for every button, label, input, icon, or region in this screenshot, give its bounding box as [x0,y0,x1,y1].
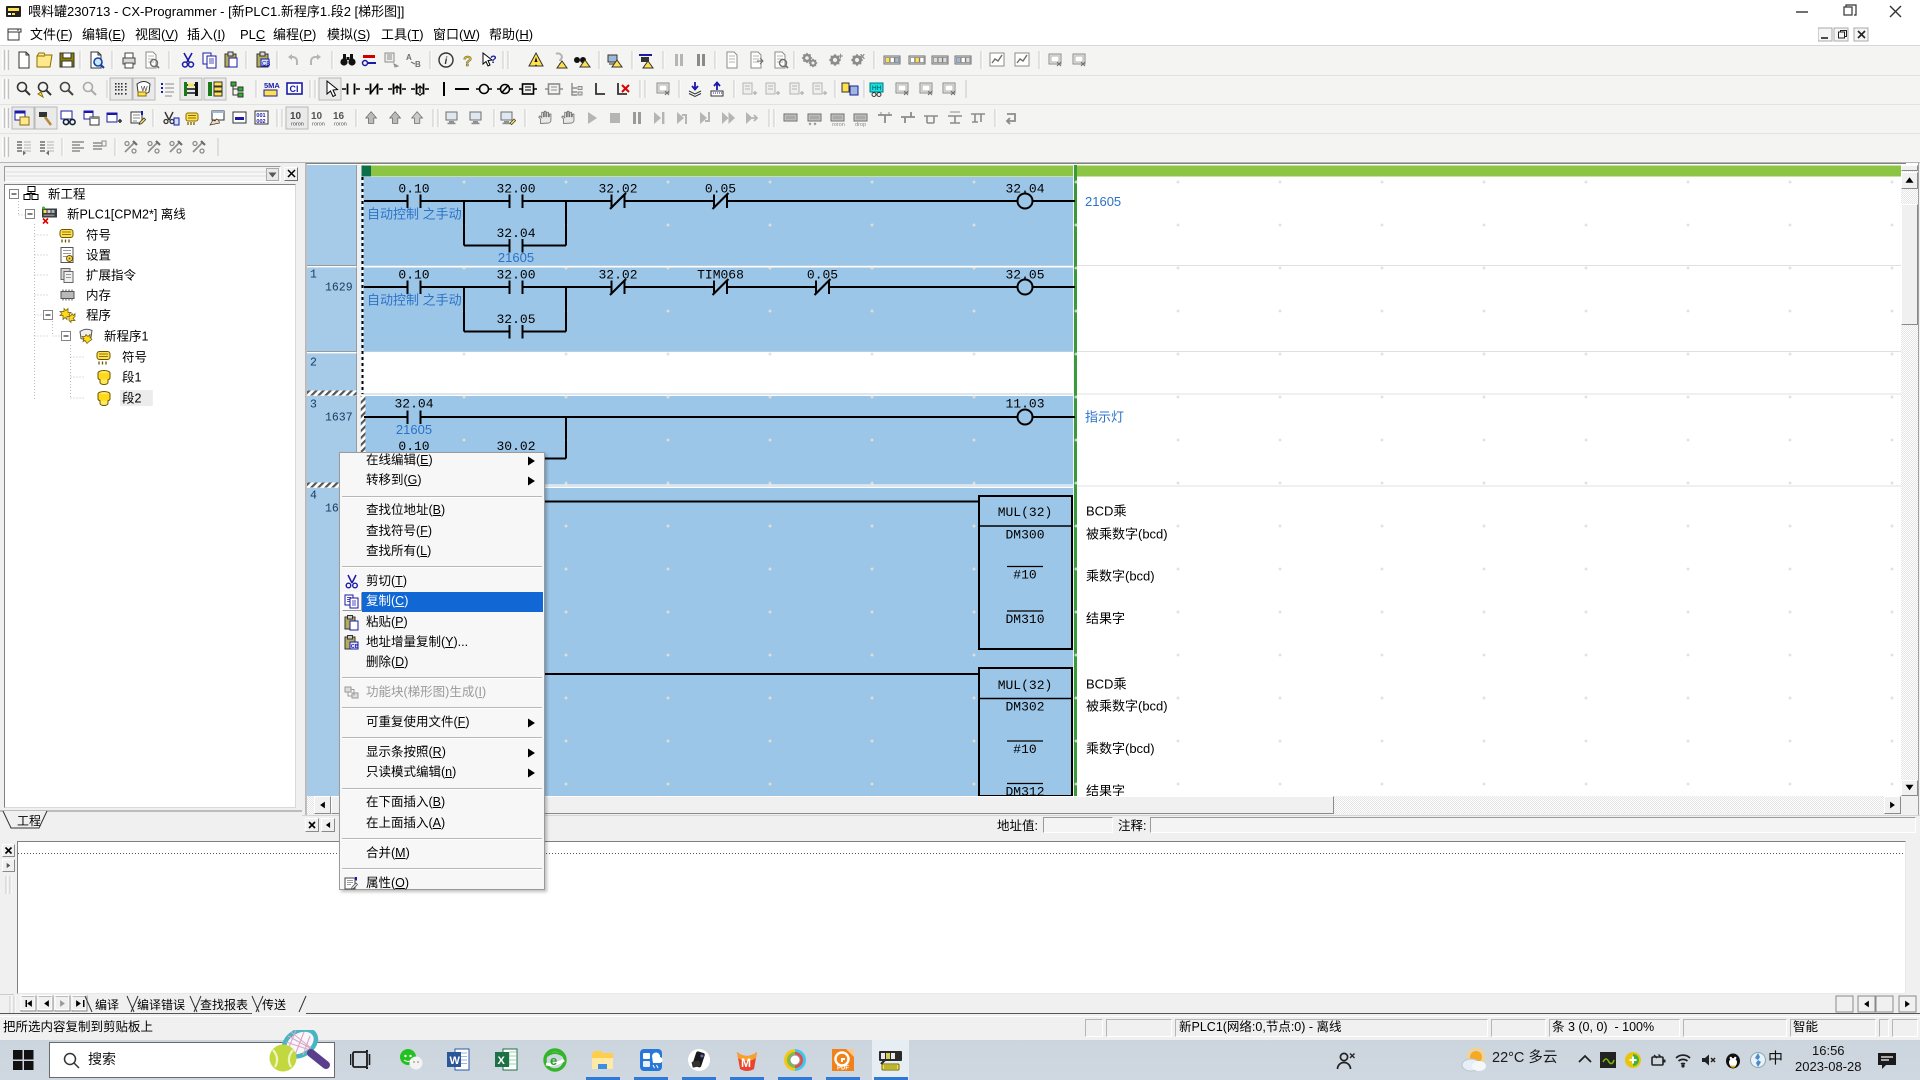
svg-text:自动控制 之手动: 自动控制 之手动 [367,293,462,308]
svg-text:1637: 1637 [325,412,353,425]
svg-text:扩展指令: 扩展指令 [86,268,137,283]
svg-text:e: e [550,1053,557,1068]
svg-text:1: 1 [310,269,317,282]
svg-text:+: + [838,51,843,61]
svg-text:?: ? [463,53,472,70]
svg-text:10: 10 [290,111,302,122]
svg-text:32.02: 32.02 [598,182,637,197]
svg-text:0.05: 0.05 [807,268,838,283]
svg-text:21605: 21605 [1085,194,1121,209]
svg-text:32.00: 32.00 [496,182,535,197]
svg-text:MUL(32): MUL(32) [998,678,1053,693]
svg-text:32.00: 32.00 [496,268,535,283]
svg-text:roron: roron [312,122,325,128]
svg-text:5MA: 5MA [264,81,280,90]
svg-text:被乘数字(bcd): 被乘数字(bcd) [1086,699,1168,714]
svg-text:编译错误: 编译错误 [137,997,185,1012]
svg-text:程序: 程序 [86,308,111,323]
svg-text:乘数字(bcd): 乘数字(bcd) [1086,741,1155,756]
svg-text:CB: CB [262,62,270,68]
svg-text:B: B [415,60,421,69]
svg-text:32.04: 32.04 [496,226,535,241]
svg-text:工程: 工程 [17,813,41,828]
svg-text:4: 4 [310,490,317,503]
svg-text:10: 10 [311,111,323,122]
svg-text:符号: 符号 [122,350,147,365]
svg-text:MUL(32): MUL(32) [998,505,1053,520]
svg-text:#10: #10 [1013,742,1036,757]
svg-text:DM302: DM302 [1005,700,1044,715]
svg-text:被乘数字(bcd): 被乘数字(bcd) [1086,527,1168,542]
svg-text:roron: roron [291,122,304,128]
svg-text:CI: CI [290,84,299,94]
svg-text:21605: 21605 [498,250,534,265]
svg-text:结果字: 结果字 [1086,611,1125,626]
svg-text:0.05: 0.05 [705,182,736,197]
svg-text:roron: roron [832,122,845,128]
svg-text:乘数字(bcd): 乘数字(bcd) [1086,569,1155,584]
svg-text:32.05: 32.05 [496,312,535,327]
svg-text:自动控制 之手动: 自动控制 之手动 [367,207,462,222]
svg-text:DM300: DM300 [1005,528,1044,543]
svg-text:TIM068: TIM068 [697,268,744,283]
svg-text:段2: 段2 [122,391,142,406]
svg-text:新PLC1[CPM2*] 离线: 新PLC1[CPM2*] 离线 [67,207,186,222]
svg-text:新工程: 新工程 [48,187,86,202]
svg-text:W: W [450,1055,461,1067]
svg-text:32.04: 32.04 [394,397,433,412]
svg-text:21605: 21605 [396,422,432,437]
svg-text:BCD乘: BCD乘 [1086,677,1126,692]
svg-text:指示灯: 指示灯 [1085,410,1124,425]
svg-text:32.02: 32.02 [598,268,637,283]
svg-text:PDF: PDF [837,1066,849,1072]
svg-text:内存: 内存 [86,289,111,303]
svg-text:符号: 符号 [86,228,111,243]
svg-text:0.10: 0.10 [398,182,429,197]
svg-text:i: i [445,56,448,67]
svg-text:drop: drop [855,122,866,128]
svg-text:设置: 设置 [86,248,111,263]
svg-text:BCD乘: BCD乘 [1086,504,1126,519]
svg-text:#10: #10 [1013,568,1036,583]
svg-text:段1: 段1 [122,370,142,385]
svg-text:DM310: DM310 [1005,612,1044,627]
svg-text:传送: 传送 [262,997,286,1012]
svg-text:A: A [406,53,412,62]
svg-text:查找报表: 查找报表 [200,997,248,1012]
svg-text:1629: 1629 [325,282,353,295]
svg-text:x: x [860,51,865,61]
svg-text:?: ? [490,54,497,66]
svg-text:CB: CB [351,644,359,650]
svg-text:M: M [741,1056,751,1070]
svg-text:0.10: 0.10 [398,268,429,283]
svg-text:3: 3 [310,399,317,412]
svg-text:002: 002 [256,119,265,125]
svg-text:HH: HH [872,85,882,92]
svg-text:X: X [498,1055,506,1067]
svg-text:16: 16 [333,111,345,122]
svg-text:编译: 编译 [95,997,119,1012]
svg-text:roron: roron [334,122,347,128]
svg-text:2: 2 [310,357,317,370]
svg-text:新程序1: 新程序1 [104,329,149,344]
